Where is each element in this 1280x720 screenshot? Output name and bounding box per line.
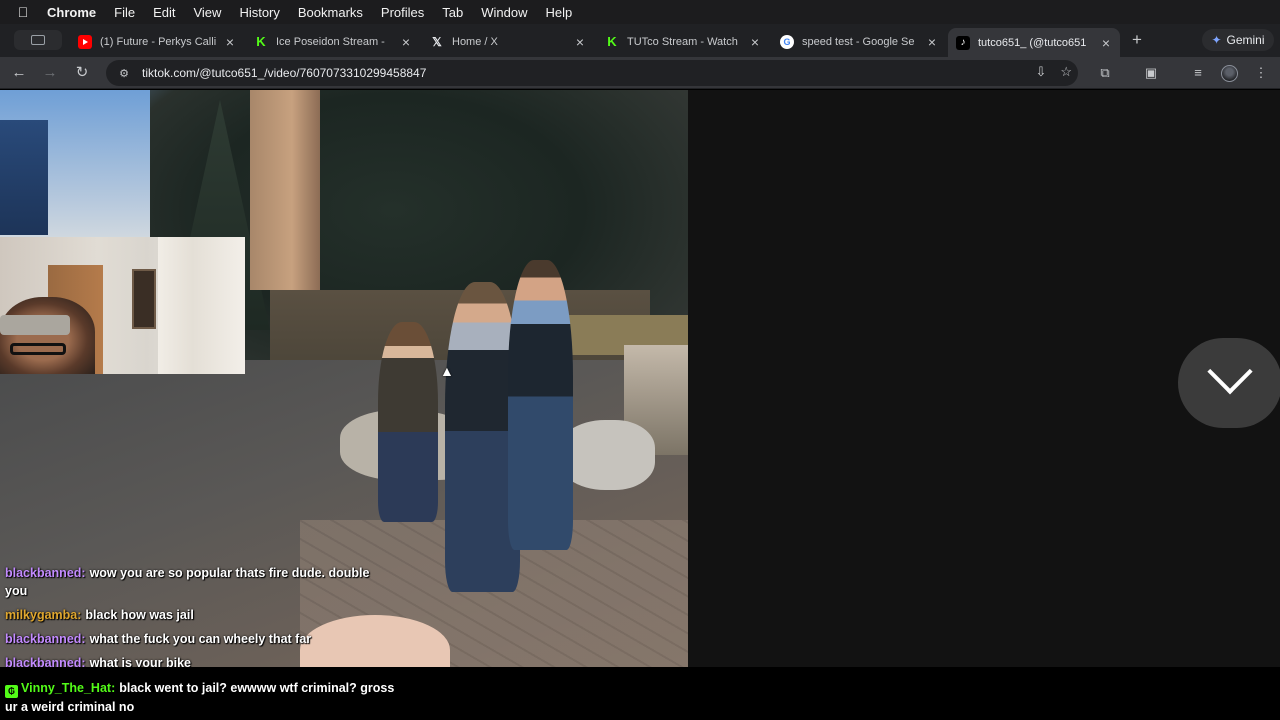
chat-username: milkygamba: <box>5 608 82 622</box>
chat-username: blackbanned: <box>5 632 86 646</box>
menu-history[interactable]: History <box>230 5 288 20</box>
tab-strip: (1) Future - Perkys Calli × K Ice Poseid… <box>0 24 1280 57</box>
webcam-headband <box>0 315 70 335</box>
video-scene-person <box>508 260 573 550</box>
tab-close-icon[interactable]: × <box>747 34 763 50</box>
tab-tutco-stream[interactable]: K TUTco Stream - Watch × <box>605 28 763 55</box>
tab-title: TUTco Stream - Watch <box>627 35 738 48</box>
menu-file[interactable]: File <box>105 5 144 20</box>
gemini-sparkle-icon: ✦ <box>1211 33 1222 47</box>
next-video-button[interactable] <box>1178 338 1280 428</box>
bookmark-star-icon[interactable]: ☆ <box>1060 64 1072 80</box>
profile-avatar[interactable] <box>1221 65 1238 82</box>
kick-icon: K <box>607 34 617 49</box>
chat-overlay: blackbanned: wow you are so popular thats… <box>5 564 385 667</box>
tiktok-icon: ♪ <box>956 35 970 50</box>
chat-message: ₲ Vinny_The_Hat: black went to jail? ewwww… <box>5 679 405 716</box>
x-icon: 𝕏 <box>432 34 442 49</box>
mouse-cursor-icon: ▲ <box>440 363 454 379</box>
chat-message: blackbanned: what is your bike <box>5 654 385 667</box>
tab-close-icon[interactable]: × <box>222 34 238 50</box>
tab-close-icon[interactable]: × <box>572 34 588 50</box>
menu-edit[interactable]: Edit <box>144 5 184 20</box>
reload-button[interactable]: ↻ <box>72 63 92 83</box>
menu-view[interactable]: View <box>184 5 230 20</box>
chat-text: black how was jail <box>85 608 194 622</box>
chat-overlay-bottom: ₲ Vinny_The_Hat: black went to jail? ewwww… <box>0 667 1280 720</box>
tab-speed-test[interactable]: G speed test - Google Se × <box>780 28 940 55</box>
google-icon: G <box>780 34 794 49</box>
tab-title: Ice Poseidon Stream - <box>276 35 385 48</box>
tab-title: Home / X <box>452 35 498 48</box>
tab-search-button[interactable] <box>14 30 62 50</box>
chat-username: Vinny_The_Hat: <box>21 681 116 695</box>
chrome-menu-icon[interactable]: ⋮ <box>1252 64 1270 82</box>
webcam-picture-frame <box>132 269 156 329</box>
tab-title: (1) Future - Perkys Calli <box>100 35 217 48</box>
menu-bookmarks[interactable]: Bookmarks <box>289 5 372 20</box>
tab-title: tutco651_ (@tutco651 <box>978 36 1087 49</box>
tab-close-icon[interactable]: × <box>398 34 414 50</box>
tab-youtube[interactable]: (1) Future - Perkys Calli × <box>78 28 238 55</box>
chat-text: what the fuck you can wheely that far <box>89 632 312 646</box>
back-button[interactable]: ← <box>9 63 29 83</box>
menu-window[interactable]: Window <box>472 5 536 20</box>
install-app-icon[interactable]: ⇩ <box>1035 64 1046 80</box>
video-scene-person <box>378 322 438 522</box>
menu-help[interactable]: Help <box>537 5 582 20</box>
gemini-label: Gemini <box>1226 33 1265 47</box>
apple-menu-icon[interactable]:  <box>0 4 46 20</box>
tab-close-icon[interactable]: × <box>924 34 940 50</box>
browser-toolbar: ← → ↻ ⚙ tiktok.com/@tutco651_/video/7607… <box>0 57 1280 89</box>
webcam-streamer <box>0 297 95 374</box>
site-info-icon[interactable]: ⚙ <box>112 67 136 80</box>
chat-text: what is your bike <box>89 656 191 667</box>
tab-close-icon[interactable]: × <box>1098 35 1114 51</box>
menu-tab[interactable]: Tab <box>433 5 472 20</box>
chat-message: blackbanned: what the fuck you can wheely… <box>5 630 385 648</box>
chat-username: blackbanned: <box>5 566 86 580</box>
forward-button[interactable]: → <box>40 63 60 83</box>
media-controls-icon[interactable]: ≡ <box>1189 64 1207 82</box>
video-player[interactable]: ▲ blackbanned: wow you are so popular tha… <box>0 90 688 667</box>
side-panel-search-icon[interactable]: ▣ <box>1142 64 1160 82</box>
webcam-curtain <box>158 237 245 374</box>
chat-username: blackbanned: <box>5 656 86 667</box>
chat-message: blackbanned: wow you are so popular thats… <box>5 564 385 600</box>
chevron-down-icon <box>1207 349 1253 395</box>
kick-icon: K <box>256 34 266 49</box>
menu-profiles[interactable]: Profiles <box>372 5 433 20</box>
youtube-icon <box>78 34 92 49</box>
subscriber-badge-icon: ₲ <box>5 685 18 698</box>
webcam-glasses <box>10 343 66 355</box>
address-bar-url[interactable]: tiktok.com/@tutco651_/video/760707331029… <box>142 66 426 80</box>
tab-title: speed test - Google Se <box>802 35 915 48</box>
new-tab-button[interactable]: + <box>1128 30 1146 50</box>
webcam-overlay <box>0 237 245 374</box>
menu-app-chrome[interactable]: Chrome <box>46 5 105 20</box>
macos-menu-bar:  Chrome File Edit View History Bookmark… <box>0 0 1280 24</box>
tiktok-page: ▲ blackbanned: wow you are so popular tha… <box>0 90 1280 667</box>
extensions-icon[interactable]: ⧉ <box>1096 64 1114 82</box>
tab-tiktok-active[interactable]: ♪ tutco651_ (@tutco651 × <box>948 28 1120 57</box>
video-scene-building <box>250 90 320 290</box>
video-scene-banner <box>0 120 48 235</box>
address-bar[interactable]: ⚙ tiktok.com/@tutco651_/video/7607073310… <box>106 60 1078 86</box>
tab-ice-poseidon[interactable]: K Ice Poseidon Stream - × <box>254 28 414 55</box>
gemini-button[interactable]: ✦ Gemini <box>1202 29 1274 51</box>
tab-search-icon <box>31 35 45 45</box>
chat-message: milkygamba: black how was jail <box>5 606 385 624</box>
tab-x-home[interactable]: 𝕏 Home / X × <box>430 28 588 55</box>
